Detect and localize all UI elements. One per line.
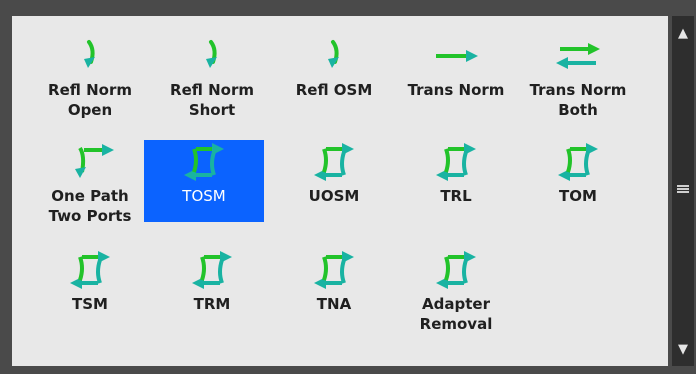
cal-item-label: Refl OSM [295,81,373,99]
double-arrow-icon [546,36,610,76]
right-arrow-icon [424,36,488,76]
refl-curve-icon [302,36,366,76]
one-path-icon [58,142,122,182]
cal-item-label: TNA [316,295,352,313]
two-port-cal-icon [302,250,366,290]
cal-item-label: Trans Norm Both [529,81,627,119]
cal-item-tna[interactable]: TNA [274,248,394,330]
two-port-cal-icon [546,142,610,182]
cal-item-label: Refl Norm Open [48,81,132,119]
two-port-cal-icon [172,142,236,182]
calibration-type-grid: Refl Norm Open Refl Norm Short Refl OSM [12,16,668,366]
cal-item-label: TRL [440,187,472,205]
cal-item-trans-norm-both[interactable]: Trans Norm Both [518,34,638,119]
cal-item-label: TRM [193,295,231,313]
cal-item-trm[interactable]: TRM [152,248,272,330]
cal-item-tsm[interactable]: TSM [30,248,150,330]
scroll-down-icon[interactable]: ▼ [672,338,694,360]
cal-item-one-path-two-ports[interactable]: One Path Two Ports [30,140,150,225]
cal-item-trl[interactable]: TRL [396,140,516,222]
cal-item-uosm[interactable]: UOSM [274,140,394,222]
cal-item-tom[interactable]: TOM [518,140,638,222]
two-port-cal-icon [58,250,122,290]
cal-item-refl-norm-open[interactable]: Refl Norm Open [30,34,150,119]
two-port-cal-icon [302,142,366,182]
cal-item-label: Trans Norm [407,81,505,99]
refl-curve-icon [180,36,244,76]
calibration-type-dialog: Refl Norm Open Refl Norm Short Refl OSM [0,0,696,374]
cal-item-label: TOM [559,187,597,205]
cal-item-label: Adapter Removal [419,295,493,333]
cal-item-refl-osm[interactable]: Refl OSM [274,34,394,116]
refl-curve-icon [58,36,122,76]
cal-item-label: Refl Norm Short [170,81,254,119]
cal-item-trans-norm[interactable]: Trans Norm [396,34,516,116]
cal-item-label: UOSM [308,187,360,205]
cal-item-tosm[interactable]: TOSM [144,140,264,222]
scroll-grip-icon[interactable] [677,185,689,193]
two-port-cal-icon [180,250,244,290]
two-port-cal-icon [424,142,488,182]
vertical-scrollbar[interactable]: ▲ ▼ [672,16,694,366]
cal-item-label: TSM [72,295,108,313]
cal-item-adapter-removal[interactable]: Adapter Removal [396,248,516,333]
two-port-cal-icon [424,250,488,290]
cal-item-label: TOSM [182,187,226,205]
scroll-up-icon[interactable]: ▲ [672,22,694,44]
cal-item-label: One Path Two Ports [48,187,132,225]
cal-item-refl-norm-short[interactable]: Refl Norm Short [152,34,272,119]
